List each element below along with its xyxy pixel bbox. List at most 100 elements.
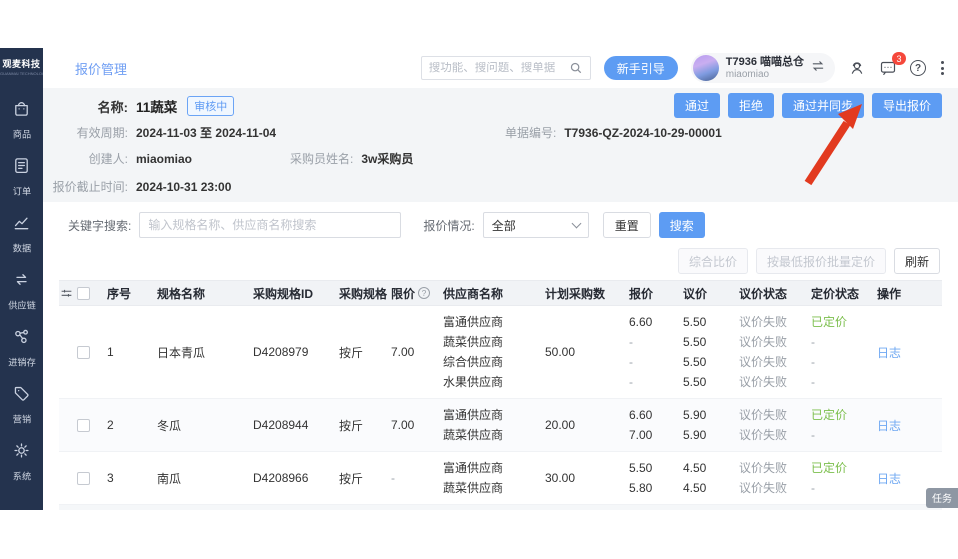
price-status-list: 已定价- (811, 458, 877, 498)
global-search (421, 56, 591, 80)
header-bargain: 议价 (683, 285, 739, 302)
table-toolbar: 综合比价 按最低报价批量定价 刷新 (43, 248, 958, 274)
sidebar-item-marketing[interactable]: 营销 (0, 377, 43, 434)
quote-value: - (629, 332, 679, 352)
quote-status-value: 全部 (492, 217, 516, 234)
select-all-checkbox[interactable] (77, 287, 90, 300)
reset-button[interactable]: 重置 (603, 212, 651, 238)
quotation-table: 序号 规格名称 采购规格ID 采购规格 限价 ? 供应商名称 计划采购数 报价 … (59, 280, 942, 510)
row-checkbox[interactable] (77, 346, 90, 359)
bargain-value: 5.50 (683, 312, 735, 332)
sidebar-item-label: 订单 (12, 184, 30, 198)
reject-button[interactable]: 拒绝 (728, 93, 774, 118)
spec-id: D4208966 (253, 471, 339, 485)
supplier-list: 富通供应商蔬菜供应商 (443, 458, 545, 498)
quotation-panel: 关键字搜索: 报价情况: 全部 重置 搜索 综合比价 按最低报价批量定价 刷新 (43, 202, 958, 510)
limit-help-icon[interactable]: ? (418, 287, 430, 299)
bargain-list: 5.905.90 (683, 405, 739, 445)
message-badge: 3 (892, 52, 906, 65)
field-label: 创建人: (43, 150, 128, 167)
log-link[interactable]: 日志 (877, 419, 901, 433)
quote-value: 6.60 (629, 405, 679, 425)
search-icon[interactable] (569, 61, 583, 75)
header-supplier: 供应商名称 (443, 285, 545, 302)
supplier-list: 富通供应商蔬菜供应商综合供应商水果供应商 (443, 312, 545, 392)
batch-pricing-button[interactable]: 按最低报价批量定价 (756, 248, 886, 274)
approve-sync-button[interactable]: 通过并同步 (782, 93, 864, 118)
quote-value: 5.80 (629, 478, 679, 498)
quote-value: - (629, 372, 679, 392)
price-status: 已定价 (811, 458, 873, 478)
operation-cell: 日志 (877, 344, 925, 361)
help-icon[interactable]: ? (910, 60, 926, 76)
price-status-list: 已定价- (811, 405, 877, 445)
filter-row: 关键字搜索: 报价情况: 全部 重置 搜索 (43, 202, 958, 246)
bargain-status: 议价失败 (739, 425, 807, 445)
sidebar-item-inventory[interactable]: 进销存 (0, 320, 43, 377)
price-status: 已定价 (811, 405, 873, 425)
row-index: 2 (107, 418, 157, 432)
brand-name: 观麦科技 (0, 57, 43, 70)
more-icon[interactable] (939, 59, 946, 77)
supplier-name: 蔬菜供应商 (443, 332, 541, 352)
column-settings-icon[interactable] (59, 286, 77, 300)
next-row-partial (59, 505, 942, 510)
price-status: - (811, 352, 873, 372)
avatar (693, 55, 719, 81)
limit-price: - (391, 471, 443, 485)
plan-qty: 20.00 (545, 418, 629, 432)
user-meta: T7936 喵喵总仓 miaomiao (726, 56, 804, 80)
refresh-button[interactable]: 刷新 (894, 248, 940, 274)
sidebar-item-system[interactable]: 系统 (0, 434, 43, 491)
user-chip[interactable]: T7936 喵喵总仓 miaomiao (691, 53, 835, 83)
message-icon[interactable]: 3 (879, 59, 897, 77)
row-index: 1 (107, 345, 157, 359)
table-body: 1日本青瓜D4208979按斤7.00富通供应商蔬菜供应商综合供应商水果供应商5… (59, 306, 942, 505)
quote-value: 7.00 (629, 425, 679, 445)
breadcrumb[interactable]: 报价管理 (75, 59, 127, 78)
export-quotation-button[interactable]: 导出报价 (872, 93, 942, 118)
sidebar-item-label: 商品 (12, 127, 30, 141)
support-icon[interactable] (848, 59, 866, 77)
search-button[interactable]: 搜索 (659, 212, 705, 238)
brand-subtitle: GUANMAI TECHNOLOGY (0, 71, 43, 76)
org-name: T7936 喵喵总仓 (726, 56, 804, 69)
quotation-name: 11蔬菜 (136, 96, 177, 116)
quote-status-select[interactable]: 全部 (483, 212, 589, 238)
row-checkbox[interactable] (77, 472, 90, 485)
name-label: 名称: (43, 97, 128, 116)
plan-qty: 50.00 (545, 345, 629, 359)
tag-icon (12, 384, 31, 408)
quote-value: 5.50 (629, 458, 679, 478)
sidebar-item-orders[interactable]: 订单 (0, 149, 43, 206)
spec-unit: 按斤 (339, 470, 391, 487)
approve-button[interactable]: 通过 (674, 93, 720, 118)
switch-account-icon[interactable] (811, 59, 825, 77)
sidebar-item-data[interactable]: 数据 (0, 206, 43, 263)
bargain-value: 4.50 (683, 458, 735, 478)
spec-id: D4208944 (253, 418, 339, 432)
bargain-list: 5.505.505.505.50 (683, 312, 739, 392)
global-search-input[interactable] (429, 62, 563, 74)
operation-cell: 日志 (877, 470, 925, 487)
task-tab[interactable]: 任务 (926, 488, 958, 508)
header-price-status: 定价状态 (811, 285, 877, 302)
supplier-name: 富通供应商 (443, 312, 541, 332)
keyword-input[interactable] (139, 212, 401, 238)
compare-button[interactable]: 综合比价 (678, 248, 748, 274)
row-checkbox-cell (77, 471, 107, 485)
supplier-name: 富通供应商 (443, 458, 541, 478)
keyword-label: 关键字搜索: (68, 217, 131, 234)
row-checkbox[interactable] (77, 419, 90, 432)
field-buyer: 采购员姓名: 3w采购员 (290, 150, 413, 167)
field-doc-no: 单据编号: T7936-QZ-2024-10-29-00001 (505, 124, 722, 141)
operation-cell: 日志 (877, 417, 925, 434)
beginner-guide-button[interactable]: 新手引导 (604, 56, 678, 80)
sidebar-item-goods[interactable]: 商品 (0, 92, 43, 149)
spec-unit: 按斤 (339, 344, 391, 361)
log-link[interactable]: 日志 (877, 346, 901, 360)
sidebar-item-supply-chain[interactable]: 供应链 (0, 263, 43, 320)
supplier-name: 蔬菜供应商 (443, 425, 541, 445)
field-deadline: 报价截止时间: 2024-10-31 23:00 (43, 178, 231, 195)
log-link[interactable]: 日志 (877, 472, 901, 486)
